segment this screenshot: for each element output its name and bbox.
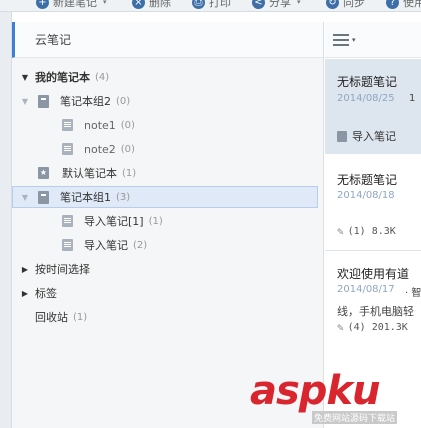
- expand-arrow-icon[interactable]: ▼: [20, 73, 30, 82]
- note-card[interactable]: 欢迎使用有道 2014/08/17 · 智 线，手机电脑轻 ✎ (4) 201.…: [325, 251, 421, 351]
- delete-icon: ×: [132, 0, 145, 9]
- expand-arrow-icon[interactable]: ▶: [20, 289, 30, 298]
- expand-arrow-icon[interactable]: ▼: [20, 97, 30, 106]
- sync-button[interactable]: ↻ 同步: [326, 0, 365, 9]
- attachment-info: ✎ (1) 8.3K: [337, 225, 396, 238]
- note-card[interactable]: 无标题笔记 2014/08/18 ✎ (1) 8.3K: [325, 155, 421, 250]
- tree-default-notebook[interactable]: ★ 默认笔记本 (1): [12, 162, 318, 184]
- notebook-icon: [62, 239, 73, 251]
- share-button[interactable]: < 分享 ▾: [252, 0, 301, 9]
- attachment-info: ✎ (4) 201.3K: [337, 321, 408, 334]
- tree-trash[interactable]: 回收站 (1): [12, 306, 318, 328]
- tree-by-time[interactable]: ▶ 按时间选择: [12, 258, 318, 280]
- notebook-icon: [62, 215, 73, 227]
- paperclip-icon: ✎: [337, 225, 344, 238]
- tree-imported-notes-1[interactable]: 导入笔记[1] (1): [12, 210, 318, 232]
- sync-icon: ↻: [326, 0, 339, 9]
- star-icon: ★: [38, 167, 49, 179]
- notebook-stack-icon: [38, 94, 49, 108]
- tree-my-notebooks[interactable]: ▼ 我的笔记本 (4): [12, 66, 318, 88]
- site-watermark: aspku 免费网站源码下载站: [250, 368, 398, 424]
- tree-imported-notes[interactable]: 导入笔记 (2): [12, 234, 318, 256]
- print-button[interactable]: ⎙ 打印: [192, 0, 231, 9]
- sidebar-title: 云笔记: [12, 22, 323, 58]
- notebook-icon: [337, 130, 347, 142]
- paperclip-icon: ✎: [337, 321, 344, 334]
- delete-button[interactable]: × 删除: [132, 0, 171, 9]
- view-mode-toolbar: ▾: [325, 22, 421, 58]
- notebook-icon: [62, 143, 73, 155]
- main-toolbar: + 新建笔记 ▾ × 删除 ⎙ 打印 < 分享 ▾ ↻ 同步 ? 使用: [0, 0, 421, 12]
- help-icon: ?: [386, 0, 399, 9]
- caret-down-icon[interactable]: ▾: [352, 36, 356, 44]
- help-button[interactable]: ? 使用: [386, 0, 421, 9]
- caret-down-icon[interactable]: ▾: [297, 0, 301, 6]
- notebook-icon: [62, 119, 73, 131]
- tree-notebook-group-1[interactable]: ▼ 笔记本组1 (3): [12, 186, 318, 208]
- expand-arrow-icon[interactable]: ▶: [20, 265, 30, 274]
- tree-tags[interactable]: ▶ 标签: [12, 282, 318, 304]
- list-view-icon[interactable]: [333, 33, 349, 46]
- note-notebook-tag: 导入笔记: [337, 128, 396, 144]
- window-edge: [0, 12, 12, 428]
- caret-down-icon[interactable]: ▾: [103, 0, 107, 6]
- tree-notebook-group-2[interactable]: ▼ 笔记本组2 (0): [12, 90, 318, 112]
- notebook-stack-icon: [38, 190, 49, 204]
- note-card[interactable]: 无标题笔记 2014/08/25 1 导入笔记: [325, 59, 421, 154]
- new-note-button[interactable]: + 新建笔记 ▾: [36, 0, 107, 9]
- expand-arrow-icon[interactable]: ▼: [20, 193, 30, 202]
- tree-note2[interactable]: note2 (0): [12, 138, 318, 160]
- print-icon: ⎙: [192, 0, 205, 9]
- tree-note1[interactable]: note1 (0): [12, 114, 318, 136]
- plus-icon: +: [36, 0, 49, 9]
- share-icon: <: [252, 0, 265, 9]
